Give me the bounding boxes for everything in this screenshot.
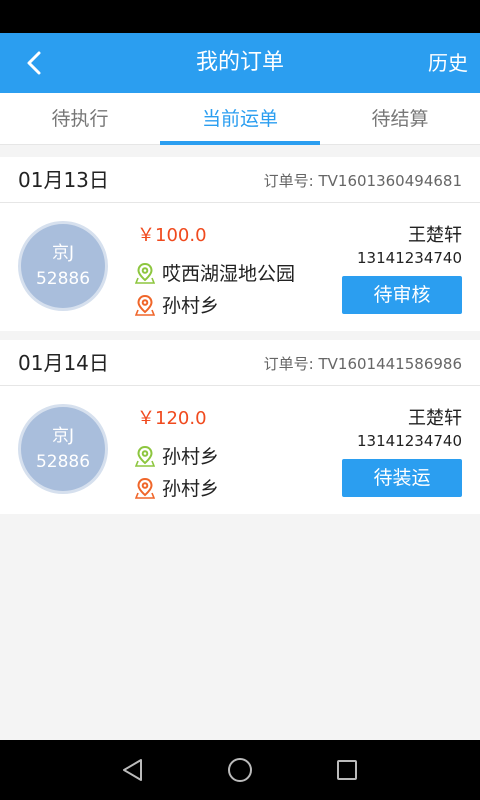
tab-pending-execution[interactable]: 待执行 xyxy=(0,93,160,144)
location-pin-orange-icon xyxy=(135,294,155,316)
status-button[interactable]: 待装运 xyxy=(342,459,462,497)
location-pin-orange-icon xyxy=(135,477,155,499)
app-bar: 我的订单 历史 xyxy=(0,33,480,93)
page-title: 我的订单 xyxy=(195,50,284,75)
nav-recents-button[interactable] xyxy=(331,754,363,786)
plate-number: 52886 xyxy=(35,452,91,472)
order-price: ￥100.0 xyxy=(137,225,207,246)
nav-back-button[interactable] xyxy=(117,754,149,786)
origin-text: 孙村乡 xyxy=(162,446,220,468)
location-pin-green-icon xyxy=(135,262,155,284)
vehicle-plate-avatar: 京J 52886 xyxy=(18,404,108,494)
nav-home-button[interactable] xyxy=(224,754,256,786)
order-header: 01月13日 订单号: TV1601360494681 xyxy=(0,157,480,203)
tab-pending-settlement[interactable]: 待结算 xyxy=(320,93,480,144)
destination-text: 孙村乡 xyxy=(162,295,220,317)
origin-location: 孙村乡 xyxy=(135,442,219,469)
destination-location: 孙村乡 xyxy=(135,474,219,501)
tab-bar: 待执行 当前运单 待结算 xyxy=(0,93,480,145)
order-date: 01月13日 xyxy=(18,168,109,192)
status-button[interactable]: 待审核 xyxy=(342,276,462,314)
order-price: ￥120.0 xyxy=(137,408,207,429)
home-circle-icon xyxy=(228,758,252,782)
history-button[interactable]: 历史 xyxy=(428,33,468,93)
destination-text: 孙村乡 xyxy=(162,478,220,500)
order-body: 京J 52886 ￥120.0 孙村乡 孙村乡 王楚轩 13141234740 … xyxy=(0,386,480,514)
status-bar xyxy=(0,0,480,33)
back-triangle-icon xyxy=(123,759,142,781)
order-card[interactable]: 01月14日 订单号: TV1601441586986 京J 52886 ￥12… xyxy=(0,340,480,514)
order-number-value: TV1601441586986 xyxy=(318,355,463,373)
driver-phone[interactable]: 13141234740 xyxy=(357,432,462,450)
plate-prefix: 京J xyxy=(51,243,74,263)
vehicle-plate-avatar: 京J 52886 xyxy=(18,221,108,311)
recents-square-icon xyxy=(337,760,357,780)
driver-name: 王楚轩 xyxy=(408,408,462,429)
order-date: 01月14日 xyxy=(18,351,109,375)
order-number-value: TV1601360494681 xyxy=(318,172,463,190)
origin-text: 哎西湖湿地公园 xyxy=(162,263,296,285)
order-card[interactable]: 01月13日 订单号: TV1601360494681 京J 52886 ￥10… xyxy=(0,157,480,331)
location-pin-green-icon xyxy=(135,445,155,467)
order-number: 订单号: TV1601360494681 xyxy=(264,157,462,205)
destination-location: 孙村乡 xyxy=(135,291,219,318)
order-number-label: 订单号: xyxy=(263,355,314,373)
plate-prefix: 京J xyxy=(51,426,74,446)
driver-phone[interactable]: 13141234740 xyxy=(357,249,462,267)
order-number-label: 订单号: xyxy=(263,172,314,190)
plate-number: 52886 xyxy=(35,269,91,289)
order-header: 01月14日 订单号: TV1601441586986 xyxy=(0,340,480,386)
order-body: 京J 52886 ￥100.0 哎西湖湿地公园 孙村乡 王楚轩 13141234… xyxy=(0,203,480,331)
order-number: 订单号: TV1601441586986 xyxy=(264,340,462,388)
system-nav-bar xyxy=(0,740,480,800)
driver-name: 王楚轩 xyxy=(408,225,462,246)
origin-location: 哎西湖湿地公园 xyxy=(135,259,295,286)
tab-current-waybill[interactable]: 当前运单 xyxy=(160,93,320,145)
